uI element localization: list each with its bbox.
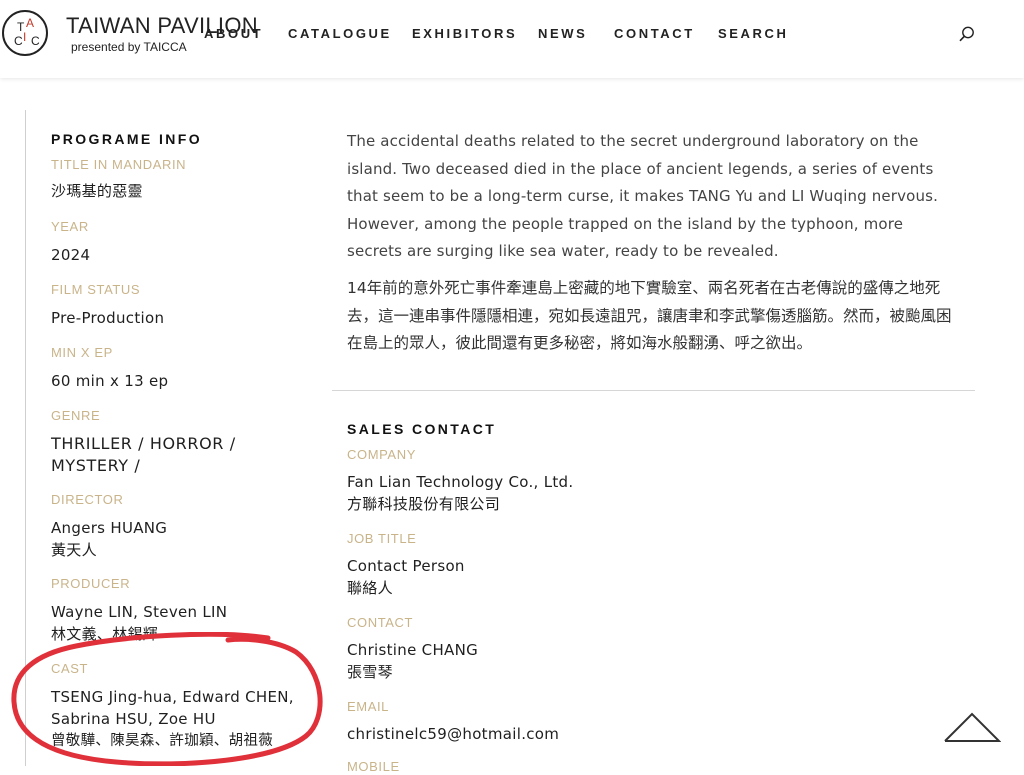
field-label: TITLE IN MANDARIN — [51, 157, 187, 172]
field-value: Christine CHANG — [347, 641, 479, 659]
logo-letter: C — [31, 34, 40, 48]
nav-catalogue[interactable]: CATALOGUE — [288, 26, 392, 41]
field-value: 黃天人 — [51, 541, 97, 559]
field-value: 沙瑪基的惡靈 — [51, 182, 143, 200]
sales-field-email: EMAIL christinelc59@hotmail.com — [347, 699, 559, 745]
field-value: Sabrina HSU, Zoe HU — [51, 710, 216, 728]
field-label: EMAIL — [347, 699, 390, 714]
logo-letter: C — [14, 34, 23, 48]
nav-contact[interactable]: CONTACT — [614, 26, 695, 41]
field-title-mandarin: TITLE IN MANDARIN 沙瑪基的惡靈 — [51, 157, 186, 202]
field-label: JOB TITLE — [347, 531, 417, 546]
logo-letter: A — [26, 16, 35, 30]
email-link[interactable]: christinelc59@hotmail.com — [347, 723, 559, 745]
field-director: DIRECTOR Angers HUANG 黃天人 — [51, 492, 167, 561]
sidebar-divider — [25, 110, 26, 766]
synopsis-chinese: 14年前的意外死亡事件牽連島上密藏的地下實驗室、兩名死者在古老傳說的盛傳之地死去… — [347, 279, 952, 352]
sales-field-job-title: JOB TITLE Contact Person 聯絡人 — [347, 531, 465, 599]
nav-search[interactable]: SEARCH — [718, 26, 789, 41]
sales-field-contact: CONTACT Christine CHANG 張雪琴 — [347, 615, 478, 683]
field-value: Fan Lian Technology Co., Ltd. — [347, 473, 574, 491]
content-divider — [332, 390, 975, 391]
field-value: Wayne LIN, Steven LIN — [51, 603, 228, 621]
nav-news[interactable]: NEWS — [538, 26, 587, 41]
field-producer: PRODUCER Wayne LIN, Steven LIN 林文義、林錫輝 — [51, 576, 227, 645]
nav-exhibitors[interactable]: EXHIBITORS — [412, 26, 517, 41]
field-year: YEAR 2024 — [51, 219, 90, 266]
field-value: MYSTERY / — [51, 456, 141, 475]
field-value: Pre-Production — [51, 309, 165, 327]
field-label: CAST — [51, 661, 89, 676]
field-value: 方聯科技股份有限公司 — [347, 495, 501, 513]
field-label: GENRE — [51, 408, 101, 423]
field-value: THRILLER / HORROR / — [51, 434, 236, 453]
field-value: Contact Person — [347, 557, 465, 575]
field-value: 林文義、林錫輝 — [51, 625, 159, 643]
nav-about[interactable]: ABOUT — [204, 26, 263, 41]
field-value: Angers HUANG — [51, 519, 168, 537]
field-value: TSENG Jing-hua, Edward CHEN, — [51, 688, 294, 706]
sales-contact-title: SALES CONTACT — [347, 421, 497, 437]
field-label: CONTACT — [347, 615, 414, 630]
synopsis-english: The accidental deaths related to the sec… — [347, 132, 939, 260]
field-label: DIRECTOR — [51, 492, 124, 507]
field-label: PRODUCER — [51, 576, 131, 591]
field-label: YEAR — [51, 219, 89, 234]
field-genre: GENRE THRILLER / HORROR / MYSTERY / — [51, 408, 236, 477]
field-cast: CAST TSENG Jing-hua, Edward CHEN, Sabrin… — [51, 661, 294, 752]
field-label: MOBILE — [347, 759, 400, 774]
sales-field-mobile: MOBILE — [347, 759, 400, 775]
taicca-logo[interactable]: T A I C C — [2, 10, 48, 56]
field-label: FILM STATUS — [51, 282, 141, 297]
programme-info-title: PROGRAME INFO — [51, 131, 202, 147]
site-header: T A I C C TAIWAN PAVILION presented by T… — [0, 0, 1024, 78]
search-icon[interactable] — [958, 25, 976, 43]
field-value: 60 min x 13 ep — [51, 372, 169, 390]
field-value: 2024 — [51, 246, 91, 264]
field-value: 聯絡人 — [347, 579, 393, 597]
field-value: 張雪琴 — [347, 663, 393, 681]
field-film-status: FILM STATUS Pre-Production — [51, 282, 164, 329]
field-min-x-ep: MIN X EP 60 min x 13 ep — [51, 345, 168, 392]
chevron-up-icon[interactable] — [943, 711, 1001, 743]
field-label: COMPANY — [347, 447, 416, 462]
brand-subtitle: presented by TAICCA — [71, 40, 187, 54]
field-value: 曾敬驊、陳昊森、許珈穎、胡祖薇 — [51, 733, 273, 749]
sales-field-company: COMPANY Fan Lian Technology Co., Ltd. 方聯… — [347, 447, 573, 515]
field-label: MIN X EP — [51, 345, 113, 360]
logo-letter: I — [23, 30, 27, 44]
